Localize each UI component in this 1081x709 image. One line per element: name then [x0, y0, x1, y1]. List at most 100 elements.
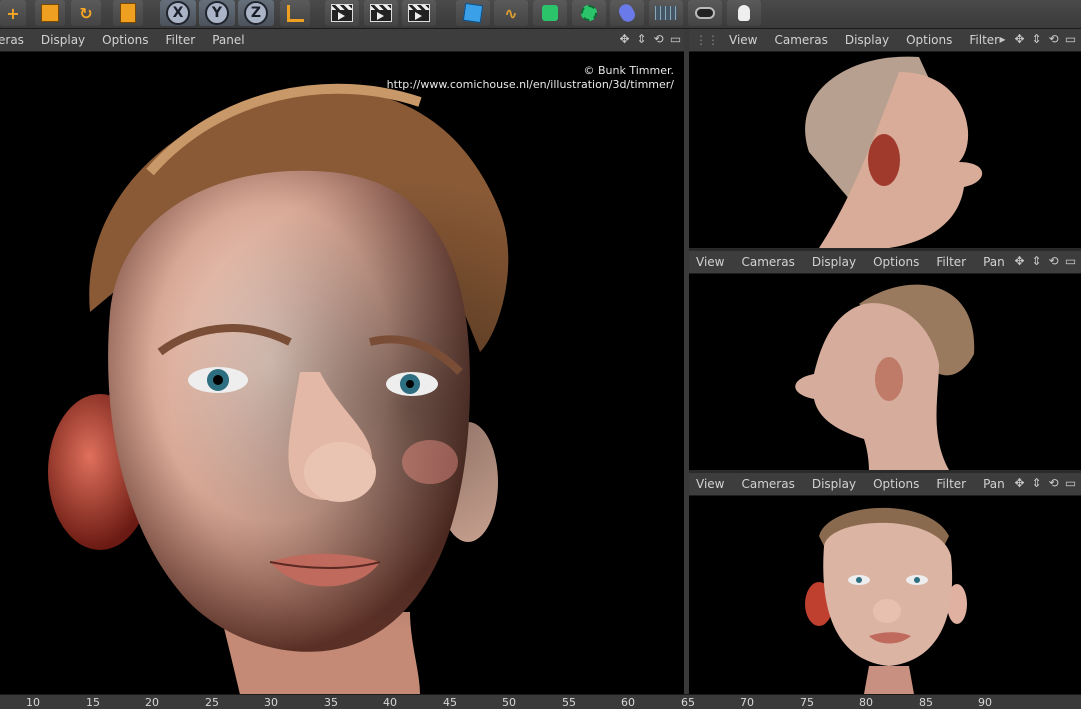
- credit-text: © Bunk Timmer. http://www.comichouse.nl/…: [387, 64, 674, 92]
- side-view-render: [805, 56, 983, 248]
- floor-grid-icon: [655, 6, 677, 20]
- spline-button[interactable]: ∿: [494, 0, 528, 26]
- menu-cameras[interactable]: Cameras: [741, 255, 794, 269]
- render-settings-button[interactable]: [402, 0, 436, 26]
- rotate-icon[interactable]: ⟲: [1047, 254, 1060, 268]
- scale-icon[interactable]: [35, 0, 65, 26]
- render-picture-icon: [370, 4, 392, 22]
- mograph-button[interactable]: [572, 0, 606, 26]
- middle-right-viewport[interactable]: [689, 274, 1081, 470]
- lock-x-button[interactable]: X: [160, 0, 196, 26]
- rotate-icon[interactable]: ⟲: [652, 32, 665, 46]
- menu-view[interactable]: View: [696, 255, 724, 269]
- move-icon[interactable]: ✥: [618, 32, 631, 46]
- timeline-tick: 30: [264, 696, 278, 709]
- timeline-tick: 45: [443, 696, 457, 709]
- maximize-icon[interactable]: ▭: [1064, 254, 1077, 268]
- menu-options[interactable]: Options: [873, 477, 919, 491]
- menu-options[interactable]: Options: [873, 255, 919, 269]
- timeline-tick: 70: [740, 696, 754, 709]
- timeline-tick: 80: [859, 696, 873, 709]
- camera-button[interactable]: [688, 0, 722, 26]
- top-right-viewport[interactable]: [689, 52, 1081, 248]
- menu-panel[interactable]: Pan: [983, 477, 1005, 491]
- menu-display[interactable]: Display: [812, 255, 856, 269]
- zoom-icon[interactable]: ⇕: [635, 32, 648, 46]
- timeline-tick: 75: [800, 696, 814, 709]
- timeline-tick: 20: [145, 696, 159, 709]
- profile-view-render: [795, 284, 975, 470]
- add-icon[interactable]: +: [0, 0, 26, 26]
- menu-view[interactable]: View: [729, 33, 757, 47]
- timeline-tick: 10: [26, 696, 40, 709]
- maximize-icon[interactable]: ▭: [669, 32, 682, 46]
- menu-cameras[interactable]: Cameras: [741, 477, 794, 491]
- zoom-icon[interactable]: ⇕: [1030, 32, 1043, 46]
- generator-button[interactable]: [533, 0, 567, 26]
- move-icon[interactable]: ✥: [1013, 32, 1026, 46]
- viewport-nav-controls: ▸ ✥ ⇕ ⟲ ▭: [996, 32, 1077, 46]
- spline-icon: ∿: [504, 3, 518, 23]
- menu-view[interactable]: View: [696, 477, 724, 491]
- bottom-right-viewport[interactable]: [689, 496, 1081, 694]
- camera-icon: [695, 7, 715, 19]
- rotate-icon[interactable]: ⟲: [1047, 32, 1060, 46]
- floor-button[interactable]: [649, 0, 683, 26]
- render-view-button[interactable]: [325, 0, 359, 26]
- viewport-nav-controls: ✥ ⇕ ⟲ ▭: [1013, 254, 1077, 268]
- coordinate-system-icon[interactable]: [280, 0, 310, 26]
- menu-filter[interactable]: Filter: [936, 477, 966, 491]
- viewport-nav-controls: ✥ ⇕ ⟲ ▭: [1013, 476, 1077, 490]
- light-button[interactable]: [727, 0, 761, 26]
- timeline-tick: 65: [681, 696, 695, 709]
- zoom-icon[interactable]: ⇕: [1030, 254, 1043, 268]
- timeline-tick: 90: [978, 696, 992, 709]
- render-picture-viewer-button[interactable]: [364, 0, 398, 26]
- middle-right-viewport-menubar: View Cameras Display Options Filter Pan …: [689, 251, 1081, 274]
- move-icon[interactable]: ✥: [1013, 476, 1026, 490]
- zoom-icon[interactable]: ⇕: [1030, 476, 1043, 490]
- lock-y-button[interactable]: Y: [199, 0, 235, 26]
- generator-icon: [542, 5, 558, 21]
- deformer-button[interactable]: [610, 0, 644, 26]
- menu-display[interactable]: Display: [812, 477, 856, 491]
- cube-icon: [462, 2, 484, 24]
- viewport-nav-controls: ✥ ⇕ ⟲ ▭: [618, 32, 682, 46]
- main-viewport-menubar: eras Display Options Filter Panel ✥ ⇕ ⟲ …: [0, 29, 686, 52]
- render-image: [0, 52, 684, 694]
- rotate-icon[interactable]: ⟲: [1047, 476, 1060, 490]
- lock-z-button[interactable]: Z: [238, 0, 274, 26]
- main-viewport[interactable]: © Bunk Timmer. http://www.comichouse.nl/…: [0, 52, 684, 694]
- timeline-tick: 35: [324, 696, 338, 709]
- rotate-tool-icon[interactable]: ↻: [71, 0, 101, 26]
- menu-filter[interactable]: Filter: [936, 255, 966, 269]
- z-axis-icon: Z: [244, 1, 268, 25]
- render-settings-icon: [408, 4, 430, 22]
- menu-cameras[interactable]: Cameras: [774, 33, 827, 47]
- timeline-tick: 40: [383, 696, 397, 709]
- maximize-icon[interactable]: ▭: [1064, 476, 1077, 490]
- credit-author: © Bunk Timmer.: [583, 64, 675, 77]
- menu-options[interactable]: Options: [102, 33, 148, 47]
- move-icon[interactable]: ✥: [1013, 254, 1026, 268]
- chevron-right-icon[interactable]: ▸: [996, 32, 1009, 46]
- main-toolbar: + ↻ X Y Z ∿: [0, 0, 1081, 29]
- x-axis-icon: X: [166, 1, 190, 25]
- light-bulb-icon: [738, 5, 750, 21]
- menu-panel[interactable]: Panel: [212, 33, 244, 47]
- timeline-ruler[interactable]: 10 15 20 25 30 35 40 45 50 55 60 65 70 7…: [0, 694, 1081, 709]
- object-tool-icon[interactable]: [113, 0, 143, 26]
- menu-filter[interactable]: Filter: [165, 33, 195, 47]
- cube-button[interactable]: [456, 0, 490, 26]
- deformer-icon: [616, 1, 638, 25]
- menu-display[interactable]: Display: [41, 33, 85, 47]
- menu-display[interactable]: Display: [845, 33, 889, 47]
- grid-handle-icon[interactable]: ⋮⋮: [695, 33, 719, 47]
- menu-cameras[interactable]: eras: [0, 33, 24, 47]
- mograph-icon: [581, 5, 597, 21]
- timeline-tick: 55: [562, 696, 576, 709]
- menu-filter[interactable]: Filter: [969, 33, 999, 47]
- menu-options[interactable]: Options: [906, 33, 952, 47]
- maximize-icon[interactable]: ▭: [1064, 32, 1077, 46]
- menu-panel[interactable]: Pan: [983, 255, 1005, 269]
